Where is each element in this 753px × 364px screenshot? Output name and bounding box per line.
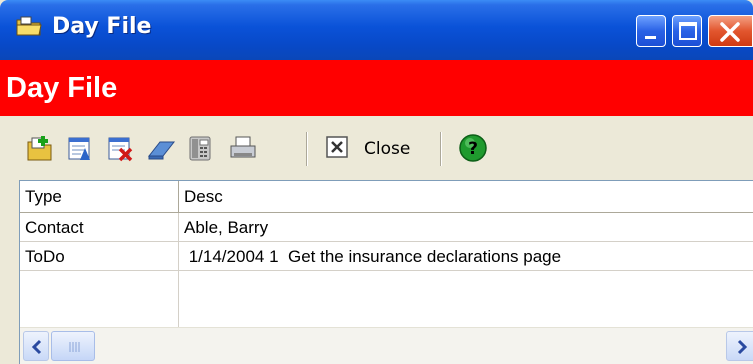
window-title: Day File — [52, 14, 152, 39]
header-banner: Day File — [0, 60, 753, 116]
folder-icon — [16, 15, 42, 37]
table-row[interactable]: ToDo 1/14/2004 1 Get the insurance decla… — [20, 243, 753, 271]
row-desc: 1/14/2004 1 Get the insurance declaratio… — [184, 247, 562, 266]
column-header-desc[interactable]: Desc — [179, 181, 753, 213]
row-desc: Able, Barry — [184, 218, 269, 237]
toolbar-separator — [306, 132, 308, 166]
row-type: Contact — [25, 218, 84, 237]
column-divider — [178, 213, 179, 329]
window-close-button[interactable] — [708, 15, 753, 47]
toolbar: Close ? — [0, 116, 753, 176]
day-file-window: Day File Day File Close ? Type Desc Cont… — [0, 0, 753, 364]
add-record-icon[interactable] — [26, 134, 54, 162]
horizontal-scrollbar[interactable] — [20, 327, 753, 364]
banner-heading: Day File — [6, 72, 118, 104]
table-row[interactable]: Contact Able, Barry — [20, 214, 753, 242]
phone-icon[interactable] — [186, 134, 214, 162]
scroll-left-button[interactable] — [23, 331, 49, 361]
minimize-button[interactable] — [636, 15, 666, 47]
edit-record-icon[interactable] — [66, 134, 94, 162]
close-label: Close — [364, 139, 411, 159]
help-icon[interactable]: ? — [458, 133, 488, 163]
delete-record-icon[interactable] — [106, 134, 134, 162]
day-file-grid[interactable]: Type Desc Contact Able, Barry ToDo 1/14/… — [19, 180, 753, 364]
eraser-icon[interactable] — [146, 134, 176, 162]
toolbar-separator — [440, 132, 442, 166]
print-icon[interactable] — [228, 134, 256, 162]
grid-header: Type Desc — [20, 181, 753, 213]
maximize-button[interactable] — [672, 15, 702, 47]
scrollbar-thumb[interactable] — [51, 331, 95, 361]
row-type: ToDo — [25, 247, 65, 266]
column-header-type[interactable]: Type — [20, 181, 179, 213]
scroll-right-button[interactable] — [726, 331, 753, 361]
close-icon — [326, 136, 348, 158]
title-bar[interactable]: Day File — [0, 0, 753, 60]
svg-text:?: ? — [468, 139, 478, 159]
